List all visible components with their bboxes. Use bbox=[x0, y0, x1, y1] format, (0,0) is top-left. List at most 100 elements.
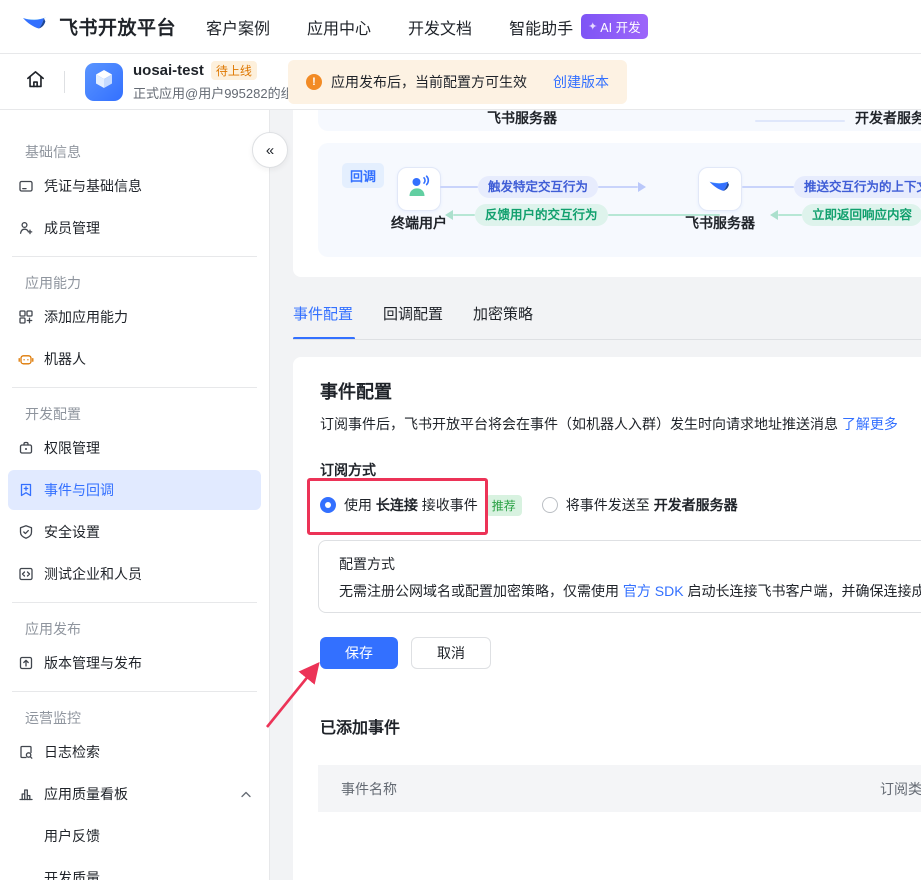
radio-unselected-icon[interactable] bbox=[541, 497, 558, 513]
sidebar-item-label: 用户反馈 bbox=[44, 828, 100, 844]
collapse-chevrons-icon: « bbox=[265, 141, 275, 159]
form-actions: 保存 取消 bbox=[320, 637, 491, 669]
sidebar-subitem-dev-quality[interactable]: 开发质量 bbox=[8, 858, 261, 880]
end-user-node bbox=[397, 167, 441, 211]
sidebar-item-label: 机器人 bbox=[44, 351, 86, 367]
event-subscribe-icon bbox=[18, 482, 34, 498]
save-button[interactable]: 保存 bbox=[320, 637, 398, 669]
added-events-title: 已添加事件 bbox=[320, 720, 401, 737]
tab-callback-config[interactable]: 回调配置 bbox=[383, 303, 443, 327]
app-header-bar: uosai-test 待上线 正式应用@用户995282的组织 ! 应用发布后，… bbox=[0, 54, 921, 110]
sidebar-item-add-capability[interactable]: 添加应用能力 bbox=[8, 297, 261, 337]
sidebar-item-version-release[interactable]: 版本管理与发布 bbox=[8, 643, 261, 683]
app-avatar bbox=[85, 62, 123, 101]
option-developer-server[interactable]: 将事件发送至 开发者服务器 bbox=[541, 495, 738, 515]
event-config-title: 事件配置 bbox=[320, 382, 392, 402]
feishu-server-node bbox=[698, 167, 742, 211]
sidebar: 基础信息 凭证与基础信息 成员管理 应用能力 添加应用能力 机器人 开发配置 权… bbox=[0, 110, 270, 880]
app-meta: uosai-test 待上线 正式应用@用户995282的组织 bbox=[133, 61, 307, 102]
config-method-box: 配置方式 无需注册公网域名或配置加密策略，仅需使用 官方 SDK 启动长连接飞书… bbox=[318, 540, 921, 613]
sidebar-item-label: 开发质量 bbox=[44, 870, 100, 880]
feishu-logo-icon bbox=[20, 9, 50, 44]
sidebar-divider bbox=[12, 256, 257, 257]
publish-arrow-icon bbox=[18, 655, 34, 671]
sidebar-collapse-button[interactable]: « bbox=[252, 132, 288, 168]
official-sdk-link[interactable]: 官方 SDK bbox=[623, 583, 684, 599]
added-events-table-header: 事件名称 订阅类型 bbox=[318, 765, 921, 812]
section-title-app-release: 应用发布 bbox=[25, 621, 81, 637]
ai-dev-badge[interactable]: ✦ AI 开发 bbox=[581, 14, 648, 39]
bar-chart-icon bbox=[18, 786, 34, 802]
respond-flow-pill: 立即返回响应内容 bbox=[802, 204, 921, 226]
briefcase-lock-icon bbox=[18, 440, 34, 456]
feedback-flow-pill: 反馈用户的交互行为 bbox=[475, 204, 608, 226]
flow-line bbox=[453, 214, 475, 216]
sidebar-item-test-company[interactable]: 测试企业和人员 bbox=[8, 554, 261, 594]
tab-event-config[interactable]: 事件配置 bbox=[293, 303, 353, 327]
feishu-logo[interactable]: 飞书开放平台 bbox=[20, 9, 176, 44]
sidebar-item-permissions[interactable]: 权限管理 bbox=[8, 428, 261, 468]
end-user-label: 终端用户 bbox=[391, 215, 447, 231]
header-divider bbox=[64, 70, 65, 93]
robot-icon bbox=[18, 351, 34, 367]
sidebar-subitem-user-feedback[interactable]: 用户反馈 bbox=[8, 816, 261, 856]
cube-icon bbox=[92, 67, 116, 96]
banner-text: 应用发布后，当前配置方可生效 bbox=[331, 74, 527, 90]
sidebar-item-credentials[interactable]: 凭证与基础信息 bbox=[8, 166, 261, 206]
sidebar-item-label: 版本管理与发布 bbox=[44, 655, 142, 671]
sidebar-item-label: 事件与回调 bbox=[44, 482, 114, 498]
learn-more-link[interactable]: 了解更多 bbox=[842, 416, 898, 432]
push-flow-pill: 推送交互行为的上下文 bbox=[794, 176, 921, 198]
column-header-subscribe-type: 订阅类型 bbox=[880, 780, 921, 797]
sidebar-item-security[interactable]: 安全设置 bbox=[8, 512, 261, 552]
publish-warning-banner: ! 应用发布后，当前配置方可生效 创建版本 bbox=[288, 60, 627, 104]
arrow-left-icon bbox=[770, 210, 778, 220]
sidebar-item-label: 日志检索 bbox=[44, 744, 100, 760]
home-button[interactable] bbox=[22, 69, 48, 95]
arrow-left-icon bbox=[445, 210, 453, 220]
nav-item-app-center[interactable]: 应用中心 bbox=[307, 15, 371, 39]
platform-title: 飞书开放平台 bbox=[59, 18, 177, 39]
nav-item-customer-cases[interactable]: 客户案例 bbox=[206, 15, 270, 39]
feishu-server-label-partial: 飞书服务器 bbox=[487, 110, 557, 126]
create-version-link[interactable]: 创建版本 bbox=[553, 72, 609, 92]
recommended-badge: 推荐 bbox=[485, 494, 522, 516]
app-name: uosai-test bbox=[133, 62, 204, 79]
sidebar-item-label: 凭证与基础信息 bbox=[44, 178, 142, 194]
chevron-up-icon[interactable] bbox=[241, 791, 251, 798]
feedback-flow-arrow: 反馈用户的交互行为 bbox=[445, 204, 720, 226]
sidebar-divider bbox=[12, 387, 257, 388]
callback-badge: 回调 bbox=[342, 163, 385, 188]
nav-item-dev-docs[interactable]: 开发文档 bbox=[408, 15, 472, 39]
trigger-flow-pill: 触发特定交互行为 bbox=[478, 176, 599, 198]
member-add-icon bbox=[18, 220, 34, 236]
grid-plus-icon bbox=[18, 309, 34, 325]
sidebar-item-quality-board[interactable]: 应用质量看板 bbox=[8, 774, 261, 814]
main-content: 飞书服务器 开发者服务器 回调 终端用户 bbox=[270, 110, 921, 880]
sidebar-divider bbox=[12, 602, 257, 603]
config-method-title: 配置方式 bbox=[339, 556, 395, 572]
sidebar-item-events-callbacks[interactable]: 事件与回调 bbox=[8, 470, 261, 510]
tabs-bottom-border bbox=[293, 339, 921, 340]
tab-encryption-strategy[interactable]: 加密策略 bbox=[473, 303, 533, 327]
section-title-ops-monitor: 运营监控 bbox=[25, 710, 81, 726]
cancel-button[interactable]: 取消 bbox=[411, 637, 491, 669]
config-method-text: 无需注册公网域名或配置加密策略，仅需使用 官方 SDK 启动长连接飞书客户端，并… bbox=[339, 583, 921, 599]
arrow-right-icon bbox=[638, 182, 647, 192]
section-title-basic-info: 基础信息 bbox=[25, 144, 81, 160]
sidebar-item-label: 权限管理 bbox=[44, 440, 100, 456]
nav-item-ai-assistant[interactable]: 智能助手 bbox=[509, 15, 573, 39]
sidebar-item-members[interactable]: 成员管理 bbox=[8, 208, 261, 248]
flow-line bbox=[598, 186, 639, 188]
sidebar-item-log-search[interactable]: 日志检索 bbox=[8, 732, 261, 772]
flow-line-partial bbox=[755, 120, 845, 122]
event-flow-panel-partial: 飞书服务器 开发者服务器 bbox=[318, 110, 921, 131]
sidebar-item-label: 安全设置 bbox=[44, 524, 100, 540]
app-subtitle: 正式应用@用户995282的组织 bbox=[133, 86, 307, 101]
sidebar-item-bot[interactable]: 机器人 bbox=[8, 339, 261, 379]
sidebar-item-label: 添加应用能力 bbox=[44, 309, 128, 325]
warning-icon: ! bbox=[306, 74, 322, 90]
sparkle-icon: ✦ bbox=[588, 21, 598, 33]
option-long-connection[interactable]: 使用 长连接 接收事件 推荐 bbox=[320, 494, 522, 516]
radio-selected-icon[interactable] bbox=[320, 497, 336, 513]
